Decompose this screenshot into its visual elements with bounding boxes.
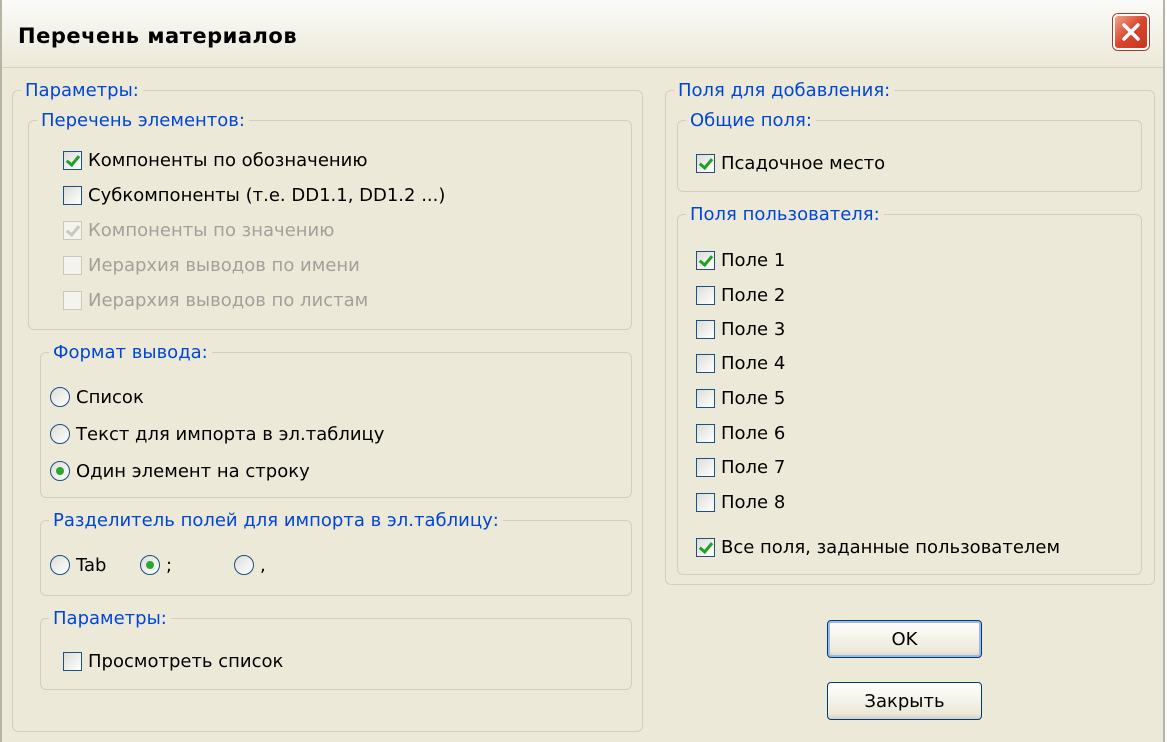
radio-separator-comma[interactable]: , <box>234 551 266 579</box>
checkbox-box[interactable] <box>696 492 715 512</box>
output-format-legend: Формат вывода: <box>53 342 208 363</box>
checkbox-label: Иерархия выводов по листам <box>88 289 369 311</box>
radio-button[interactable] <box>50 555 70 575</box>
checkbox-box[interactable] <box>63 651 82 671</box>
radio-label: , <box>260 554 266 576</box>
radio-separator-semicolon[interactable]: ; <box>140 551 172 579</box>
params2-legend: Параметры: <box>53 608 167 629</box>
checkbox-box[interactable] <box>696 285 715 305</box>
radio-button[interactable] <box>50 461 70 481</box>
separator-legend: Разделитель полей для импорта в эл.табли… <box>53 510 499 531</box>
checkbox-label: Поле 2 <box>721 284 786 306</box>
checkbox-box[interactable] <box>696 457 715 477</box>
checkbox-footprint[interactable]: Псадочное место <box>696 149 885 177</box>
checkbox-box <box>63 255 82 275</box>
checkbox-box <box>63 290 82 310</box>
checkbox-field-4[interactable]: Поле 4 <box>696 349 785 377</box>
checkbox-label: Поле 6 <box>721 422 786 444</box>
radio-label: Текст для импорта в эл.таблицу <box>76 423 385 445</box>
radio-button[interactable] <box>50 387 70 407</box>
checkbox-pin-hierarchy-by-sheets: Иерархия выводов по листам <box>63 286 368 314</box>
checkbox-field-7[interactable]: Поле 7 <box>696 453 785 481</box>
checkbox-box[interactable] <box>696 353 715 373</box>
checkbox-subcomponents[interactable]: Субкомпоненты (т.е. DD1.1, DD1.2 ...) <box>63 181 445 209</box>
params-legend: Параметры: <box>25 80 139 101</box>
window-title: Перечень материалов <box>18 24 298 48</box>
close-button[interactable]: Закрыть <box>827 682 982 720</box>
radio-button[interactable] <box>140 555 160 575</box>
checkbox-field-2[interactable]: Поле 2 <box>696 281 785 309</box>
checkbox-field-5[interactable]: Поле 5 <box>696 384 785 412</box>
checkbox-components-by-value: Компоненты по значению <box>63 216 334 244</box>
checkbox-field-8[interactable]: Поле 8 <box>696 488 785 516</box>
checkbox-box[interactable] <box>696 250 715 270</box>
checkbox-all-user-fields[interactable]: Все поля, заданные пользователем <box>696 533 1060 561</box>
radio-format-spreadsheet[interactable]: Текст для импорта в эл.таблицу <box>50 420 384 448</box>
checkbox-label: Все поля, заданные пользователем <box>721 536 1061 558</box>
radio-label: ; <box>166 554 173 576</box>
checkbox-label: Субкомпоненты (т.е. DD1.1, DD1.2 ...) <box>88 184 446 206</box>
checkbox-label: Поле 3 <box>721 318 786 340</box>
checkbox-box[interactable] <box>696 388 715 408</box>
radio-format-list[interactable]: Список <box>50 383 144 411</box>
fields-legend: Поля для добавления: <box>678 80 891 101</box>
user-fields-legend: Поля пользователя: <box>690 204 880 225</box>
radio-button[interactable] <box>50 424 70 444</box>
checkbox-label: Поле 5 <box>721 387 786 409</box>
checkbox-label: Поле 1 <box>721 249 786 271</box>
close-icon <box>1122 23 1140 41</box>
checkbox-label: Поле 7 <box>721 456 786 478</box>
checkbox-box[interactable] <box>696 319 715 339</box>
title-bar: Перечень материалов <box>2 0 1163 68</box>
checkbox-label: Иерархия выводов по имени <box>88 254 360 276</box>
checkbox-label: Компоненты по обозначению <box>88 149 368 171</box>
radio-separator-tab[interactable]: Tab <box>50 551 106 579</box>
checkbox-label: Псадочное место <box>721 152 886 174</box>
checkbox-box <box>63 220 82 240</box>
checkbox-field-3[interactable]: Поле 3 <box>696 315 785 343</box>
checkbox-field-1[interactable]: Поле 1 <box>696 246 785 274</box>
checkbox-label: Поле 8 <box>721 491 786 513</box>
checkbox-box[interactable] <box>696 423 715 443</box>
radio-label: Tab <box>76 554 107 576</box>
checkbox-box[interactable] <box>696 537 715 557</box>
elements-list-legend: Перечень элементов: <box>41 110 245 131</box>
radio-format-one-per-line[interactable]: Один элемент на строку <box>50 457 310 485</box>
separator-group: Разделитель полей для импорта в эл.табли… <box>40 510 632 596</box>
checkbox-box[interactable] <box>63 185 82 205</box>
checkbox-pin-hierarchy-by-name: Иерархия выводов по имени <box>63 251 360 279</box>
radio-label: Один элемент на строку <box>76 460 310 482</box>
dialog-window: Перечень материалов Параметры: Перечень … <box>0 0 1165 742</box>
checkbox-label: Поле 4 <box>721 352 786 374</box>
checkbox-box[interactable] <box>696 153 715 173</box>
ok-button[interactable]: OK <box>827 620 982 658</box>
checkbox-preview-list[interactable]: Просмотреть список <box>63 647 283 675</box>
radio-button[interactable] <box>234 555 254 575</box>
checkbox-box[interactable] <box>63 150 82 170</box>
radio-label: Список <box>76 386 144 408</box>
checkbox-label: Компоненты по значению <box>88 219 335 241</box>
checkbox-components-by-designator[interactable]: Компоненты по обозначению <box>63 146 368 174</box>
checkbox-field-6[interactable]: Поле 6 <box>696 419 785 447</box>
checkbox-label: Просмотреть список <box>88 650 284 672</box>
common-fields-legend: Общие поля: <box>690 110 812 131</box>
close-window-button[interactable] <box>1113 14 1149 50</box>
